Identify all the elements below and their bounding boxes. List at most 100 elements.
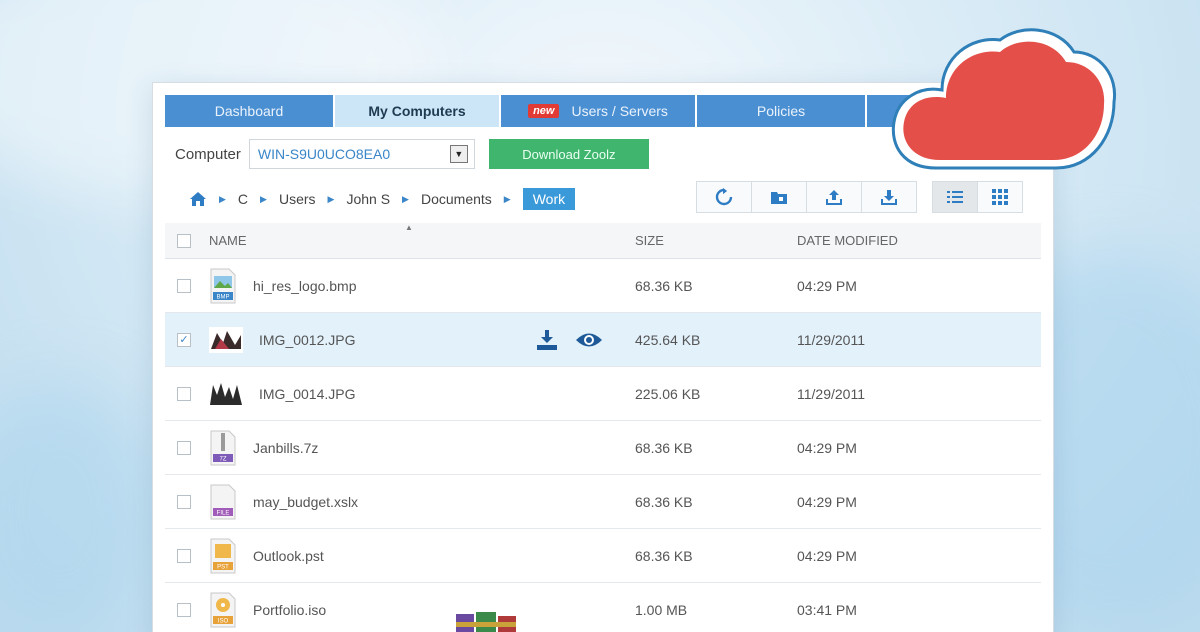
download-button[interactable] — [861, 181, 917, 213]
grid-view-button[interactable] — [977, 181, 1023, 213]
breadcrumb-item[interactable]: John S — [346, 191, 390, 207]
new-folder-button[interactable] — [751, 181, 807, 213]
sort-ascending-icon[interactable]: ▲ — [405, 223, 413, 232]
upload-button[interactable] — [806, 181, 862, 213]
file-name-cell: BMP hi_res_logo.bmp — [209, 268, 357, 304]
row-checkbox[interactable] — [177, 278, 191, 293]
tab-my-computers[interactable]: My Computers — [335, 95, 501, 127]
file-type-label: PST — [217, 564, 229, 570]
file-name-cell: FILE may_budget.xslx — [209, 484, 358, 520]
file-size: 225.06 KB — [635, 385, 701, 402]
breadcrumb-separator-icon: ▶ — [219, 193, 226, 204]
breadcrumb-item[interactable]: C — [238, 191, 248, 207]
upload-icon — [826, 190, 842, 205]
computer-select[interactable]: WIN-S9U0UCO8EA0 ▼ — [248, 139, 475, 169]
computer-label: Computer — [175, 145, 241, 163]
list-view-button[interactable] — [932, 181, 978, 213]
folder-icon — [771, 192, 787, 204]
file-toolbar — [696, 181, 917, 213]
tab-label: Users / Servers — [571, 103, 668, 119]
7z-file-icon: 7Z — [210, 430, 236, 465]
breadcrumb-separator-icon: ▶ — [327, 193, 335, 204]
file-name[interactable]: Outlook.pst — [253, 548, 324, 564]
tab-policies[interactable]: Policies — [697, 95, 867, 127]
file-name[interactable]: Janbills.7z — [253, 440, 318, 456]
file-date: 03:41 PM — [797, 601, 857, 618]
computer-select-value: WIN-S9U0UCO8EA0 — [257, 146, 391, 162]
file-date: 11/29/2011 — [797, 331, 865, 348]
download-icon — [881, 190, 897, 205]
file-date: 04:29 PM — [797, 547, 857, 564]
file-name-cell: 7Z Janbills.7z — [209, 430, 318, 466]
table-row[interactable]: ✓ IMG_0012.JPG 425.64 KB 11/29/2011 — [165, 313, 1041, 367]
file-size: 425.64 KB — [635, 331, 701, 348]
table-row[interactable]: PST Outlook.pst 68.36 KB 04:29 PM — [165, 529, 1041, 583]
column-header-size[interactable]: SIZE — [635, 233, 664, 248]
file-name-cell: PST Outlook.pst — [209, 538, 324, 574]
breadcrumb-separator-icon: ▶ — [503, 193, 511, 204]
photo-thumbnail — [209, 326, 243, 353]
file-type-label: BMP — [216, 294, 229, 300]
tab-label: Policies — [756, 103, 806, 119]
row-checkbox[interactable] — [177, 548, 191, 563]
archive-books-icon — [456, 612, 516, 632]
file-type-label: FILE — [217, 510, 230, 516]
file-type-label: ISO — [218, 618, 229, 624]
iso-file-icon: ISO — [210, 592, 236, 627]
tab-users-servers[interactable]: new Users / Servers — [501, 95, 697, 127]
table-row[interactable]: IMG_0014.JPG 225.06 KB 11/29/2011 — [165, 367, 1041, 421]
new-badge: new — [528, 104, 560, 118]
grid-icon — [992, 189, 1008, 205]
pst-file-icon: PST — [210, 538, 236, 573]
file-name-cell: IMG_0012.JPG — [209, 326, 356, 353]
column-header-name[interactable]: NAME — [209, 233, 247, 248]
file-date: 04:29 PM — [797, 439, 857, 456]
table-row[interactable]: BMP hi_res_logo.bmp 68.36 KB 04:29 PM — [165, 259, 1041, 313]
file-name[interactable]: IMG_0014.JPG — [259, 386, 356, 402]
breadcrumb-current[interactable]: Work — [522, 188, 576, 210]
file-size: 68.36 KB — [635, 439, 693, 456]
file-type-label: 7Z — [219, 456, 226, 462]
file-size: 68.36 KB — [635, 493, 693, 510]
file-date: 04:29 PM — [797, 277, 857, 294]
row-checkbox[interactable] — [177, 602, 191, 617]
table-row[interactable]: 7Z Janbills.7z 68.36 KB 04:29 PM — [165, 421, 1041, 475]
file-date: 04:29 PM — [797, 493, 857, 510]
tab-label: My Computers — [368, 103, 466, 119]
home-icon[interactable] — [189, 191, 207, 207]
generic-file-icon: FILE — [210, 484, 236, 519]
photo-thumbnail — [209, 380, 243, 407]
row-actions — [535, 329, 603, 351]
preview-eye-icon[interactable] — [575, 331, 603, 349]
tab-dashboard[interactable]: Dashboard — [165, 95, 335, 127]
file-size: 68.36 KB — [635, 277, 693, 294]
table-row[interactable]: FILE may_budget.xslx 68.36 KB 04:29 PM — [165, 475, 1041, 529]
bmp-file-icon: BMP — [210, 268, 236, 303]
view-toggle — [932, 181, 1023, 213]
breadcrumb-separator-icon: ▶ — [402, 193, 409, 204]
table-row[interactable]: ISO Portfolio.iso 1.00 MB 03:41 PM — [165, 583, 1041, 632]
file-name-cell: ISO Portfolio.iso — [209, 592, 326, 628]
breadcrumb-item[interactable]: Users — [279, 191, 316, 207]
row-checkbox[interactable] — [177, 386, 191, 401]
breadcrumb-item[interactable]: Documents — [421, 191, 492, 207]
file-name[interactable]: may_budget.xslx — [253, 494, 358, 510]
file-name[interactable]: Portfolio.iso — [253, 602, 326, 618]
select-all-checkbox[interactable] — [177, 233, 191, 248]
cloud-logo-icon — [891, 28, 1117, 170]
file-name-cell: IMG_0014.JPG — [209, 380, 356, 407]
refresh-icon — [715, 188, 733, 206]
download-zoolz-button[interactable]: Download Zoolz — [488, 139, 649, 169]
row-checkbox[interactable] — [177, 494, 191, 509]
file-name[interactable]: IMG_0012.JPG — [259, 332, 356, 348]
computer-selector-row: Computer WIN-S9U0UCO8EA0 ▼ Download Zool… — [175, 139, 649, 169]
refresh-button[interactable] — [696, 181, 752, 213]
row-checkbox[interactable]: ✓ — [177, 332, 191, 347]
row-checkbox[interactable] — [177, 440, 191, 455]
breadcrumb: ▶ C ▶ Users ▶ John S ▶ Documents ▶ Work — [189, 187, 576, 211]
download-file-icon[interactable] — [535, 329, 559, 351]
file-date: 11/29/2011 — [797, 385, 865, 402]
column-header-date[interactable]: DATE MODIFIED — [797, 233, 898, 248]
chevron-down-icon: ▼ — [449, 145, 468, 163]
file-name[interactable]: hi_res_logo.bmp — [253, 278, 357, 294]
